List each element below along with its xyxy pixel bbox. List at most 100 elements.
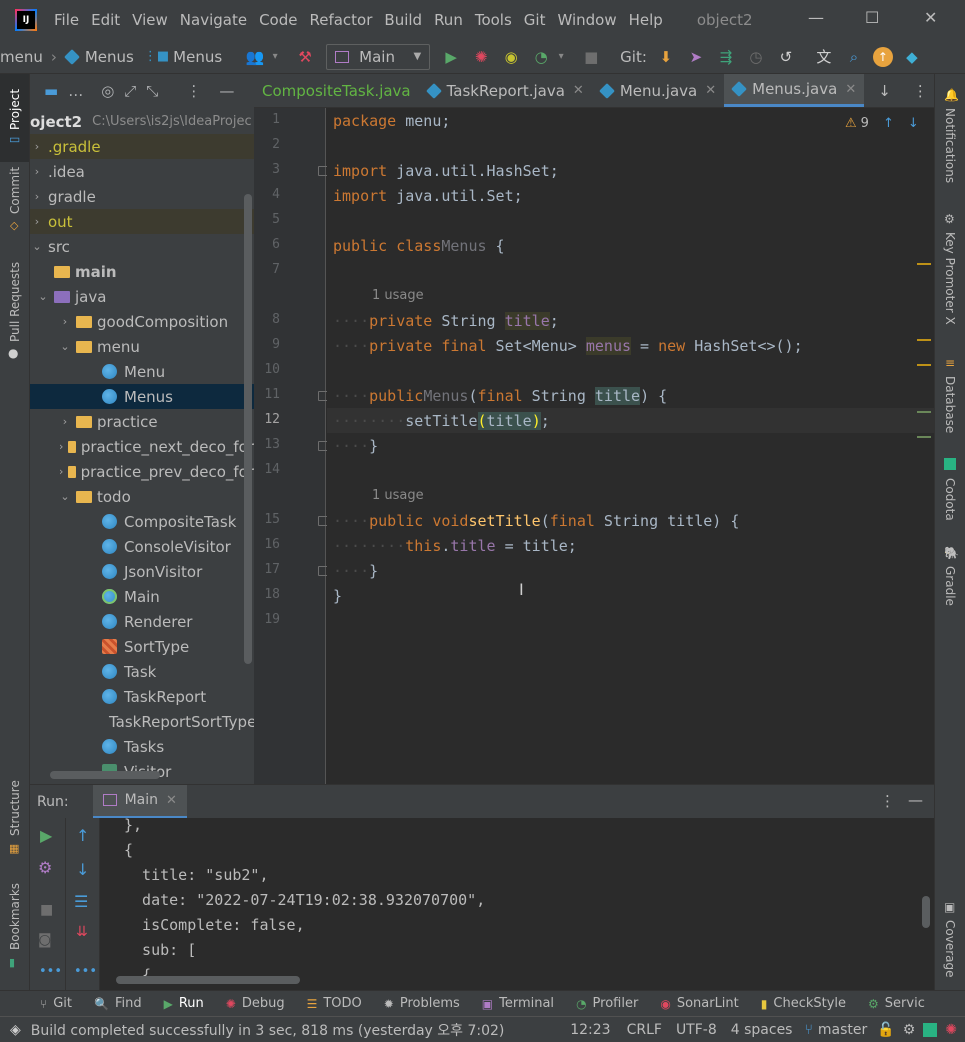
- line-number[interactable]: 12: [254, 412, 280, 427]
- structure-tool-tab[interactable]: Structure: [8, 780, 22, 836]
- soft-wrap-icon[interactable]: ☰: [74, 892, 88, 911]
- project-view-select[interactable]: …: [68, 82, 83, 100]
- tool-run[interactable]: ▶ Run: [164, 996, 204, 1011]
- project-scrollbar-horizontal[interactable]: [50, 771, 160, 779]
- tree-item[interactable]: ConsoleVisitor: [30, 534, 254, 559]
- next-highlight-icon[interactable]: ↓: [908, 116, 919, 131]
- chevron-down-icon[interactable]: ⌄: [58, 490, 72, 503]
- menu-window[interactable]: Window: [557, 11, 616, 29]
- tool-checkstyle[interactable]: ▮ CheckStyle: [761, 996, 846, 1011]
- usage-marker[interactable]: [917, 411, 931, 413]
- project-tool-tab[interactable]: Project: [8, 89, 22, 130]
- tool-problems[interactable]: ✹ Problems: [384, 996, 460, 1011]
- tree-item[interactable]: Renderer: [30, 609, 254, 634]
- file-encoding[interactable]: UTF-8: [676, 1022, 717, 1038]
- tool-sonarlint[interactable]: ◉ SonarLint: [660, 996, 738, 1011]
- tree-item[interactable]: SortType: [30, 634, 254, 659]
- status-message[interactable]: Build completed successfully in 3 sec, 8…: [31, 1020, 505, 1040]
- close-tab-icon[interactable]: ✕: [166, 793, 177, 808]
- tool-services[interactable]: ⚙ Servic: [868, 996, 925, 1011]
- chevron-down-icon[interactable]: ▾: [264, 46, 286, 68]
- hide-panel-icon[interactable]: —: [219, 82, 234, 100]
- line-number[interactable]: 3: [254, 162, 280, 177]
- line-number[interactable]: 4: [254, 187, 280, 202]
- more-icon[interactable]: •••: [39, 964, 62, 979]
- line-number[interactable]: 16: [254, 537, 280, 552]
- gradle-tool-tab[interactable]: Gradle: [943, 566, 957, 606]
- tree-item[interactable]: ⌄ menu: [30, 334, 254, 359]
- expand-all-icon[interactable]: ⤢: [124, 82, 136, 100]
- line-number[interactable]: 17: [254, 562, 280, 577]
- tab-menus[interactable]: Menus.java ✕: [724, 74, 865, 107]
- scroll-down-icon[interactable]: ↓: [76, 860, 89, 879]
- pull-requests-tool-tab[interactable]: Pull Requests: [8, 262, 22, 342]
- close-window-icon[interactable]: ✕: [924, 8, 937, 27]
- usage-marker[interactable]: [917, 436, 931, 438]
- debug-icon[interactable]: ✺: [470, 46, 492, 68]
- project-view-icon[interactable]: ▬: [44, 82, 58, 100]
- tree-item[interactable]: › practice: [30, 409, 254, 434]
- tree-item[interactable]: Task: [30, 659, 254, 684]
- scroll-to-end-icon[interactable]: ⇊: [76, 924, 88, 940]
- line-number[interactable]: 14: [254, 462, 280, 477]
- tool-terminal[interactable]: ▣ Terminal: [482, 996, 554, 1011]
- options-icon[interactable]: ⋮: [186, 82, 201, 100]
- breadcrumb-class[interactable]: Menus: [85, 48, 134, 66]
- tree-item[interactable]: CompositeTask: [30, 509, 254, 534]
- chevron-right-icon[interactable]: ›: [30, 190, 44, 203]
- collapse-all-icon[interactable]: ⤡: [146, 82, 158, 100]
- bookmarks-tool-tab[interactable]: Bookmarks: [8, 883, 22, 950]
- translate-icon[interactable]: 文: [813, 46, 835, 68]
- chevron-right-icon[interactable]: ›: [58, 315, 72, 328]
- line-number[interactable]: 9: [254, 337, 280, 352]
- tree-item[interactable]: › gradle: [30, 184, 254, 209]
- git-branch[interactable]: master: [818, 1022, 867, 1038]
- git-commit-icon[interactable]: ⇶: [715, 46, 737, 68]
- tree-item[interactable]: Main: [30, 584, 254, 609]
- menu-code[interactable]: Code: [259, 11, 297, 29]
- usage-hint[interactable]: 1 usage: [372, 288, 424, 303]
- breadcrumb-member[interactable]: Menus: [173, 48, 222, 66]
- code-editor[interactable]: ⚠ 9 ↑ ↓ package menu; import java.util.H…: [327, 108, 934, 784]
- chevron-right-icon[interactable]: ›: [30, 140, 44, 153]
- line-number[interactable]: 18: [254, 587, 280, 602]
- tree-item[interactable]: ⌄ src: [30, 234, 254, 259]
- stop-icon[interactable]: ■: [40, 902, 53, 918]
- menu-view[interactable]: View: [132, 11, 168, 29]
- chevron-right-icon[interactable]: ›: [30, 215, 44, 228]
- menu-build[interactable]: Build: [384, 11, 422, 29]
- menu-refactor[interactable]: Refactor: [309, 11, 372, 29]
- layers-icon[interactable]: ◈: [10, 1022, 21, 1038]
- locate-icon[interactable]: ◎: [101, 82, 114, 100]
- chevron-down-icon[interactable]: ▾: [550, 46, 572, 68]
- indent-setting[interactable]: 4 spaces: [731, 1022, 793, 1038]
- line-separator[interactable]: CRLF: [627, 1022, 662, 1038]
- line-number[interactable]: 6: [254, 237, 280, 252]
- project-root[interactable]: oject2 C:\Users\is2js\IdeaProjec: [30, 109, 254, 134]
- rollback-icon[interactable]: ↺: [775, 46, 797, 68]
- event-log-icon[interactable]: ✺: [945, 1022, 957, 1038]
- warning-marker[interactable]: [917, 263, 931, 265]
- inspection-profile-icon[interactable]: ⚙: [903, 1022, 916, 1038]
- hammer-build-icon[interactable]: ⚒: [294, 46, 316, 68]
- menu-tools[interactable]: Tools: [475, 11, 512, 29]
- tree-item[interactable]: TaskReportSortType: [30, 709, 254, 734]
- tab-compositetask[interactable]: CompositeTask.java: [254, 74, 419, 107]
- tree-item[interactable]: Tasks: [30, 734, 254, 759]
- run-config-select[interactable]: Main ▼: [326, 43, 431, 70]
- console-scrollbar-horizontal[interactable]: [116, 976, 300, 984]
- scroll-up-icon[interactable]: ↑: [76, 826, 89, 845]
- caret-position[interactable]: 12:23: [570, 1022, 610, 1038]
- console-output[interactable]: }, { title: "sub2", date: "2022-07-24T19:…: [100, 818, 934, 990]
- line-number[interactable]: 13: [254, 437, 280, 452]
- run-options-icon[interactable]: ⋮: [880, 792, 895, 810]
- stop-icon[interactable]: ■: [580, 46, 602, 68]
- line-number[interactable]: 5: [254, 212, 280, 227]
- tool-profiler[interactable]: ◔ Profiler: [576, 996, 638, 1011]
- menu-file[interactable]: File: [54, 11, 79, 29]
- prev-highlight-icon[interactable]: ↑: [883, 116, 894, 131]
- warning-marker[interactable]: [917, 364, 931, 366]
- close-tab-icon[interactable]: ✕: [573, 83, 584, 98]
- line-number[interactable]: 7: [254, 262, 280, 277]
- database-tool-tab[interactable]: Database: [943, 376, 957, 433]
